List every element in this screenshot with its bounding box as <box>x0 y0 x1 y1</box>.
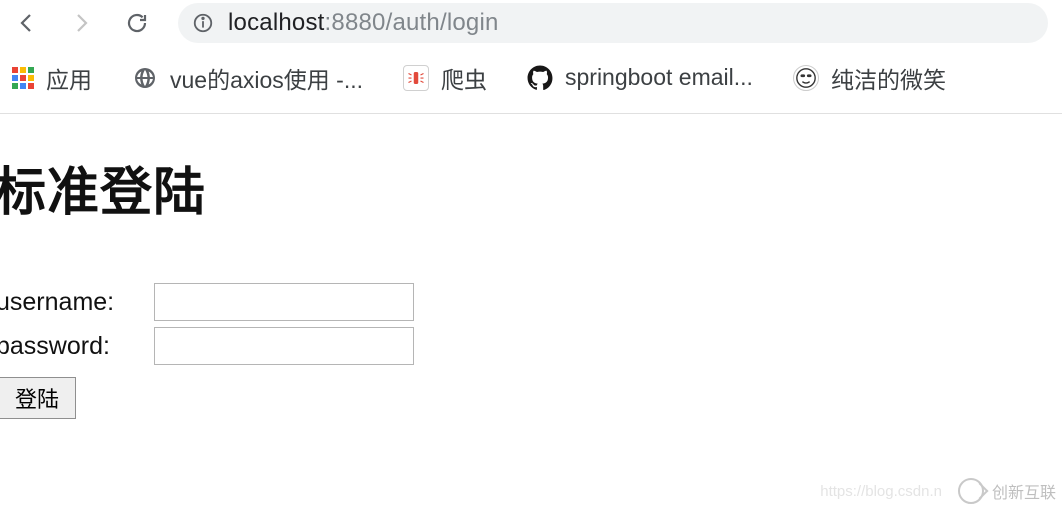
reload-button[interactable] <box>124 10 150 36</box>
apps-label: 应用 <box>46 61 92 95</box>
forward-button[interactable] <box>68 10 94 36</box>
bookmark-item-spider[interactable]: 爬虫 <box>403 61 487 95</box>
bookmark-item-springboot-email[interactable]: springboot email... <box>527 64 753 91</box>
apps-grid-icon <box>12 67 34 89</box>
globe-icon <box>132 65 158 91</box>
watermark-brand: 创新互联 <box>992 479 1056 503</box>
bookmarks-bar: 应用 vue的axios使用 -... 爬虫 springboot email.… <box>0 50 1062 114</box>
bookmark-label: 纯洁的微笑 <box>831 61 946 95</box>
url-path: :8880/auth/login <box>325 9 499 36</box>
login-button[interactable]: 登陆 <box>0 377 76 419</box>
bookmark-label: 爬虫 <box>441 61 487 95</box>
address-bar[interactable]: localhost:8880/auth/login <box>178 3 1048 43</box>
url-text: localhost:8880/auth/login <box>228 9 499 37</box>
github-icon <box>527 65 553 91</box>
username-input[interactable] <box>154 283 414 321</box>
page-title: 标准登陆 <box>0 150 1062 225</box>
watermark-url: https://blog.csdn.n <box>820 483 942 500</box>
spider-icon <box>403 65 429 91</box>
username-row: username: <box>0 283 1062 321</box>
smile-icon <box>793 65 819 91</box>
page-content: 标准登陆 username: password: 登陆 <box>0 114 1062 419</box>
password-label: password: <box>0 332 144 361</box>
username-label: username: <box>0 288 144 317</box>
watermark-logo-icon <box>958 478 984 504</box>
bookmark-label: springboot email... <box>565 64 753 91</box>
bookmark-item-vue-axios[interactable]: vue的axios使用 -... <box>132 61 363 95</box>
back-button[interactable] <box>14 10 40 36</box>
apps-shortcut[interactable]: 应用 <box>12 61 92 95</box>
watermark: https://blog.csdn.n 创新互联 <box>820 478 1056 504</box>
password-row: password: <box>0 327 1062 365</box>
bookmark-label: vue的axios使用 -... <box>170 61 363 95</box>
site-info-icon[interactable] <box>192 12 214 34</box>
browser-toolbar: localhost:8880/auth/login <box>0 0 1062 50</box>
url-host: localhost <box>228 9 325 36</box>
bookmark-item-smile[interactable]: 纯洁的微笑 <box>793 61 946 95</box>
password-input[interactable] <box>154 327 414 365</box>
